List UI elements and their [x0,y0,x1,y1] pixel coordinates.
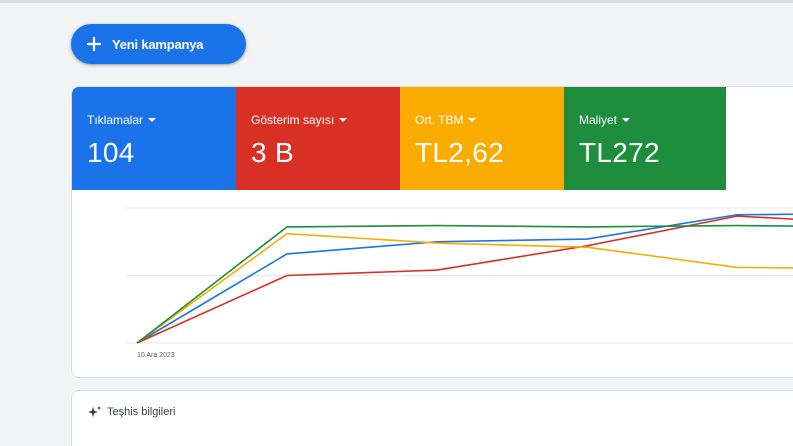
caret-down-icon [148,118,157,122]
caret-down-icon [339,118,348,122]
plus-icon [86,36,102,52]
campaign-overview-page: Yeni kampanya Tıklamalar 104 Gösterim sa… [0,0,793,446]
diagnostics-card[interactable]: Teşhis bilgileri [71,390,793,446]
metric-selector-clicks[interactable]: Tıklamalar [87,112,236,128]
metric-tile-avg-cpc[interactable]: Ort. TBM TL2,62 [400,87,564,190]
metric-selector-cost[interactable]: Maliyet [579,112,726,128]
metric-label-clicks: Tıklamalar [87,113,144,127]
series-line-gösterim-sayısı [136,215,793,344]
caret-down-icon [622,118,631,122]
diagnostics-title: Teşhis bilgileri [107,406,176,418]
series-line-tıklamalar [136,213,793,344]
diagnostics-header[interactable]: Teşhis bilgileri [88,405,175,419]
metric-tile-impressions[interactable]: Gösterim sayısı 3 B [236,87,400,190]
performance-chart: 10 Ara 2023 [72,190,793,377]
new-campaign-label: Yeni kampanya [112,36,204,52]
x-tick-label: 10 Ara 2023 [137,352,175,359]
series-line-ort-tbm [136,232,793,344]
sparkle-icon [88,406,101,417]
metric-tile-clicks[interactable]: Tıklamalar 104 [72,87,236,190]
metric-value-clicks: 104 [87,137,135,168]
metric-value-avg-cpc: TL2,62 [415,137,504,168]
metric-tiles: Tıklamalar 104 Gösterim sayısı 3 B Ort. … [72,87,726,190]
metric-label-impressions: Gösterim sayısı [251,113,335,127]
new-campaign-button[interactable]: Yeni kampanya [71,24,246,64]
performance-chart-svg: 10 Ara 2023 [126,207,793,359]
metric-label-avg-cpc: Ort. TBM [415,113,464,127]
metric-value-cost: TL272 [579,137,660,168]
metric-selector-avg-cpc[interactable]: Ort. TBM [415,112,564,128]
top-divider [0,0,793,3]
metric-label-cost: Maliyet [579,113,618,127]
performance-card: Tıklamalar 104 Gösterim sayısı 3 B Ort. … [71,86,793,378]
metric-value-impressions: 3 B [251,137,294,168]
caret-down-icon [468,118,477,122]
metric-tile-cost[interactable]: Maliyet TL272 [564,87,726,190]
metric-selector-impressions[interactable]: Gösterim sayısı [251,112,400,128]
